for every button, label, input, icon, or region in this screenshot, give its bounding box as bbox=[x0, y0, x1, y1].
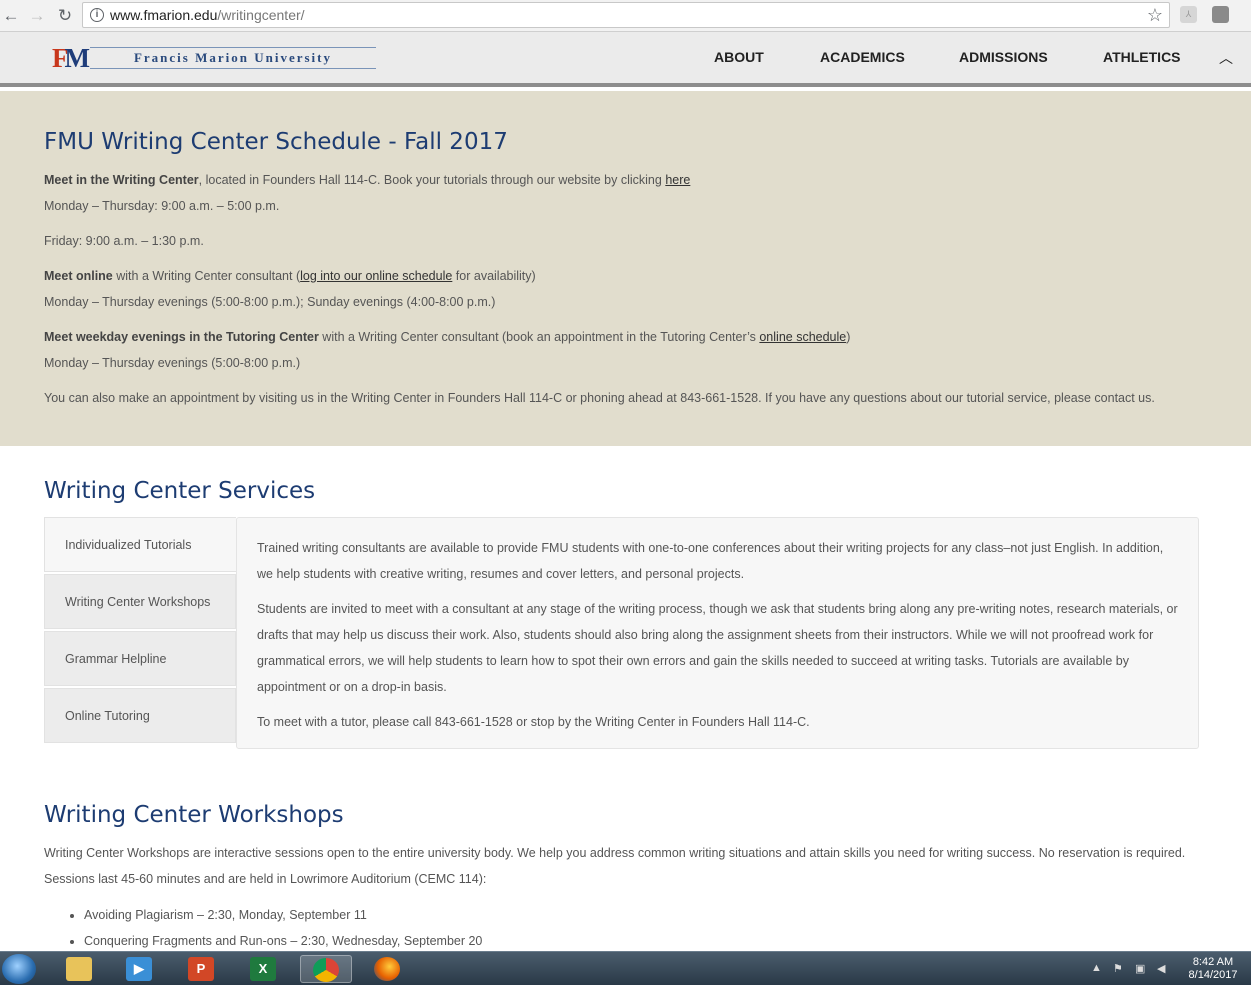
volume-icon[interactable]: ◀ bbox=[1157, 962, 1171, 976]
network-icon[interactable]: ▣ bbox=[1135, 962, 1149, 976]
panel-paragraph: Students are invited to meet with a cons… bbox=[257, 602, 1178, 694]
online-schedule-login-link[interactable]: log into our online schedule bbox=[300, 269, 452, 283]
taskbar-clock[interactable]: 8:42 AM 8/14/2017 bbox=[1183, 956, 1243, 982]
schedule-title: FMU Writing Center Schedule - Fall 2017 bbox=[44, 129, 508, 155]
schedule-line-online: Meet online with a Writing Center consul… bbox=[44, 269, 536, 283]
windows-taskbar: ▶ P X ▲ ⚑ ▣ ◀ 8:42 AM 8/14/2017 bbox=[0, 951, 1251, 985]
hours-online: Monday – Thursday evenings (5:00-8:00 p.… bbox=[44, 295, 496, 309]
workshops-intro: Writing Center Workshops are interactive… bbox=[44, 846, 1186, 886]
media-player-taskbar-button[interactable]: ▶ bbox=[114, 955, 166, 983]
show-hidden-icons-icon[interactable]: ▲ bbox=[1091, 962, 1105, 976]
tab-grammar-helpline[interactable]: Grammar Helpline bbox=[44, 631, 236, 686]
clock-date: 8/14/2017 bbox=[1188, 969, 1238, 981]
site-header: FM Francis Marion University ABOUT ACADE… bbox=[0, 32, 1251, 87]
tab-writing-center-workshops[interactable]: Writing Center Workshops bbox=[44, 574, 236, 629]
hours-friday: Friday: 9:00 a.m. – 1:30 p.m. bbox=[44, 234, 204, 248]
nav-admissions[interactable]: ADMISSIONS bbox=[959, 49, 1048, 65]
explorer-taskbar-button[interactable] bbox=[54, 955, 106, 983]
clock-time: 8:42 AM bbox=[1192, 956, 1234, 968]
chrome-icon bbox=[313, 958, 339, 982]
excel-icon: X bbox=[250, 957, 276, 981]
start-button[interactable] bbox=[2, 954, 36, 984]
tab-online-tutoring[interactable]: Online Tutoring bbox=[44, 688, 236, 743]
services-title: Writing Center Services bbox=[44, 478, 316, 504]
excel-taskbar-button[interactable]: X bbox=[238, 955, 290, 983]
schedule-section: FMU Writing Center Schedule - Fall 2017 … bbox=[0, 91, 1251, 446]
folder-icon bbox=[66, 957, 92, 981]
powerpoint-icon: P bbox=[188, 957, 214, 981]
hours-weekday: Monday – Thursday: 9:00 a.m. – 5:00 p.m. bbox=[44, 199, 280, 213]
panel-paragraph: Trained writing consultants are availabl… bbox=[257, 541, 1164, 581]
media-player-icon: ▶ bbox=[126, 957, 152, 981]
reload-icon[interactable]: ↻ bbox=[54, 5, 76, 27]
browser-toolbar: ← → ↻ i www.fmarion.edu/writingcenter/ ☆… bbox=[0, 0, 1251, 32]
schedule-line-location: Meet in the Writing Center, located in F… bbox=[44, 173, 691, 187]
panel-paragraph: To meet with a tutor, please call 843-66… bbox=[257, 715, 810, 729]
address-bar[interactable]: i www.fmarion.edu/writingcenter/ ☆ bbox=[82, 2, 1170, 28]
tutoring-online-schedule-link[interactable]: online schedule bbox=[759, 330, 846, 344]
workshops-title: Writing Center Workshops bbox=[44, 802, 344, 828]
list-item: Avoiding Plagiarism – 2:30, Monday, Sept… bbox=[84, 902, 482, 928]
powerpoint-taskbar-button[interactable]: P bbox=[176, 955, 228, 983]
nav-about[interactable]: ABOUT bbox=[714, 49, 764, 65]
pdf-extension-icon[interactable]: ⅄ bbox=[1180, 6, 1197, 23]
hours-evening: Monday – Thursday evenings (5:00-8:00 p.… bbox=[44, 356, 301, 370]
site-info-icon[interactable]: i bbox=[90, 8, 104, 22]
action-center-icon[interactable]: ⚑ bbox=[1113, 962, 1127, 976]
firefox-taskbar-button[interactable] bbox=[362, 955, 414, 983]
back-arrow-icon[interactable]: ← bbox=[0, 5, 22, 27]
chevron-up-icon[interactable]: ︿ bbox=[1219, 48, 1233, 68]
schedule-line-evening: Meet weekday evenings in the Tutoring Ce… bbox=[44, 330, 851, 344]
chrome-taskbar-button[interactable] bbox=[300, 955, 352, 983]
nav-academics[interactable]: ACADEMICS bbox=[820, 49, 905, 65]
university-name-logo[interactable]: Francis Marion University bbox=[90, 47, 376, 69]
booking-here-link[interactable]: here bbox=[665, 173, 690, 187]
services-tabs: Individualized Tutorials Writing Center … bbox=[44, 517, 236, 745]
forward-arrow-icon[interactable]: → bbox=[26, 5, 48, 27]
firefox-icon bbox=[374, 957, 400, 981]
services-tab-panel: Trained writing consultants are availabl… bbox=[236, 517, 1199, 749]
bookmark-star-icon[interactable]: ☆ bbox=[1147, 5, 1163, 26]
appointment-info: You can also make an appointment by visi… bbox=[44, 391, 1155, 405]
url-text[interactable]: www.fmarion.edu/writingcenter/ bbox=[110, 7, 305, 23]
nav-athletics[interactable]: ATHLETICS bbox=[1103, 49, 1181, 65]
tab-individualized-tutorials[interactable]: Individualized Tutorials bbox=[44, 517, 236, 572]
fmu-logo-mark[interactable]: FM bbox=[52, 42, 90, 74]
extension-icon[interactable] bbox=[1212, 6, 1229, 23]
workshop-list: Avoiding Plagiarism – 2:30, Monday, Sept… bbox=[66, 902, 482, 954]
